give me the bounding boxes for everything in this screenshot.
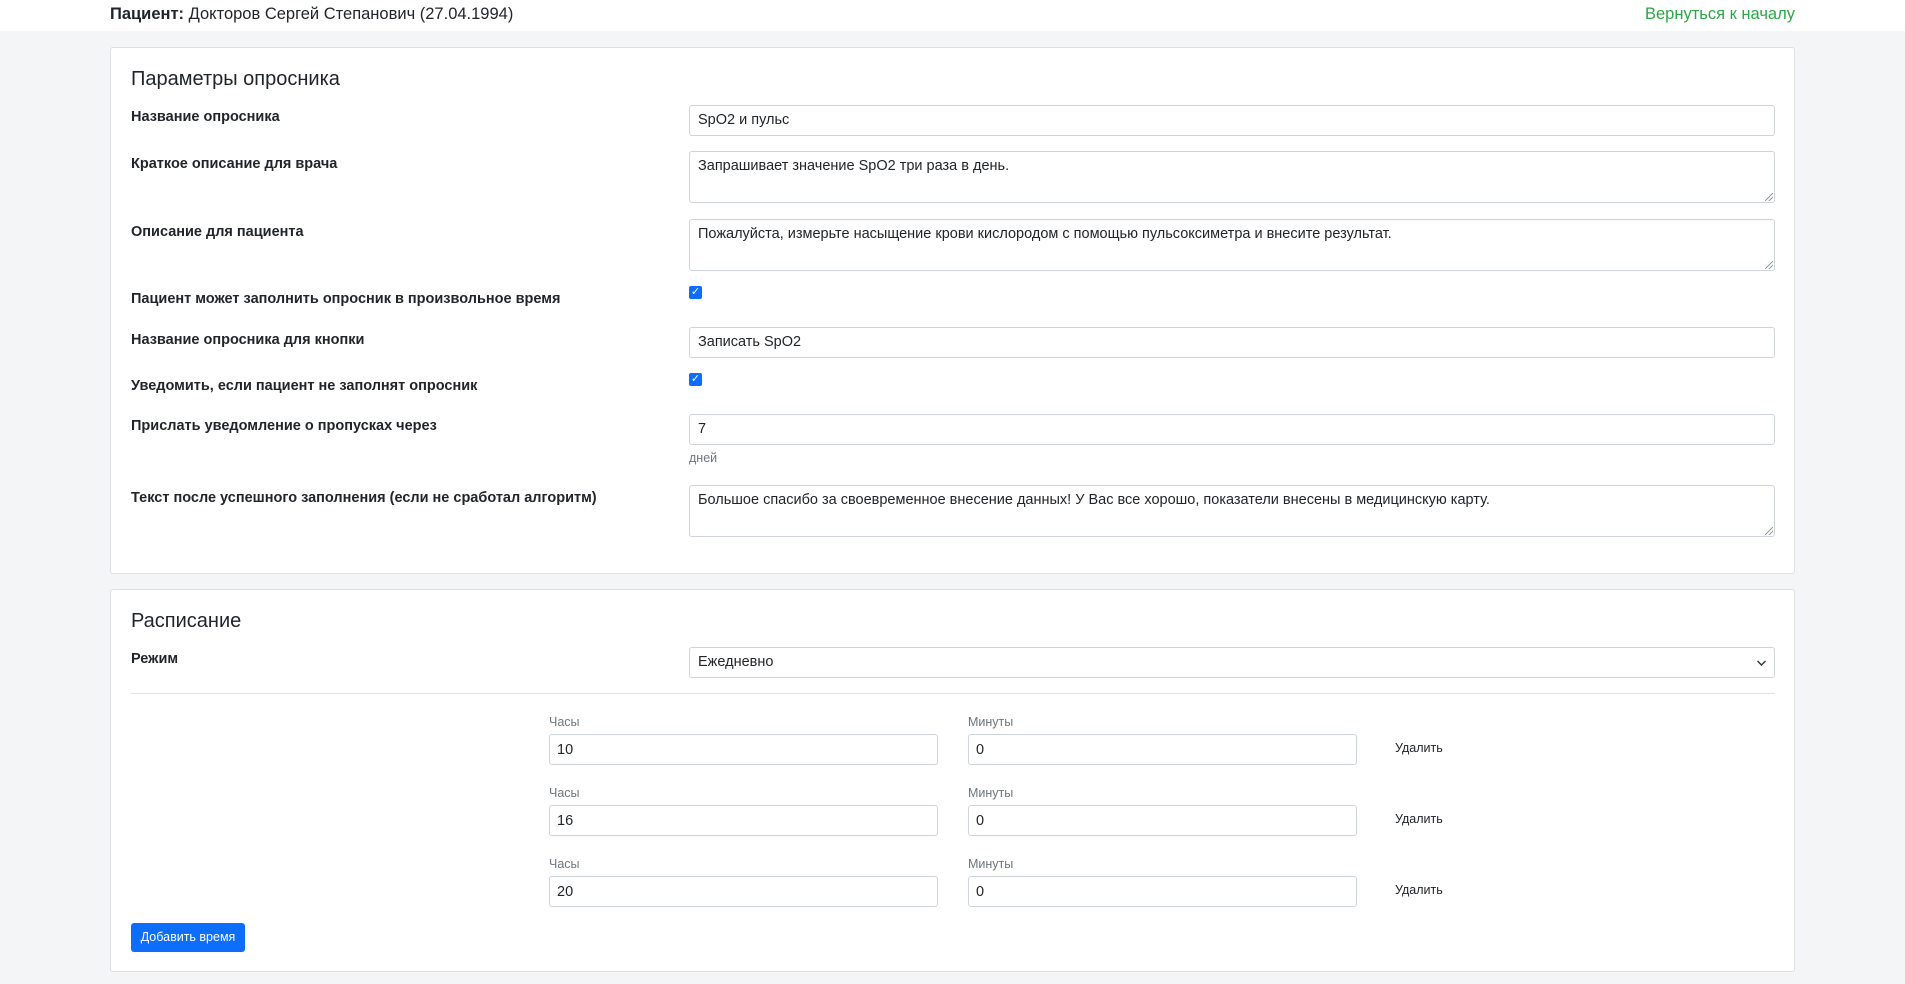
notify-checkbox[interactable]: ✓ <box>689 373 702 386</box>
notify-after-label: Прислать уведомление о пропусках через <box>131 418 437 434</box>
mode-select[interactable]: Ежедневно <box>689 647 1775 678</box>
mode-selected-value: Ежедневно <box>698 654 774 670</box>
success-text-textarea[interactable]: Большое спасибо за своевременное внесени… <box>689 485 1775 537</box>
doctor-desc-text: Запрашивает значение SpO2 три раза в ден… <box>698 158 1010 174</box>
doctor-desc-label: Краткое описание для врача <box>131 156 338 172</box>
name-label: Название опросника <box>131 109 280 125</box>
button-name-input[interactable]: Записать SpO2 <box>689 327 1775 358</box>
checkmark-icon: ✓ <box>690 373 701 385</box>
schedule-title: Расписание <box>131 610 242 632</box>
resize-grip-icon[interactable] <box>1765 261 1773 269</box>
notify-after-input[interactable]: 7 <box>689 414 1775 445</box>
doctor-desc-textarea[interactable]: Запрашивает значение SpO2 три раза в ден… <box>689 151 1775 203</box>
patient-name: Докторов Сергей Степанович (27.04.1994) <box>188 5 514 23</box>
delete-time-button[interactable]: Удалить <box>1395 883 1443 897</box>
anytime-label: Пациент может заполнить опросник в произ… <box>131 291 561 307</box>
hours-input[interactable]: 16 <box>549 805 938 836</box>
minutes-label: Минуты <box>968 857 1014 871</box>
anytime-checkbox[interactable]: ✓ <box>689 286 702 299</box>
checkmark-icon: ✓ <box>690 286 701 298</box>
minutes-label: Минуты <box>968 786 1014 800</box>
delete-time-button[interactable]: Удалить <box>1395 741 1443 755</box>
mode-label: Режим <box>131 651 179 667</box>
questionnaire-params-card: Параметры опросника Название опросника S… <box>110 47 1795 574</box>
notify-after-unit: дней <box>689 451 718 465</box>
hours-label: Часы <box>549 786 580 800</box>
notify-label: Уведомить, если пациент не заполнят опро… <box>131 378 478 394</box>
minutes-input[interactable]: 0 <box>968 734 1357 765</box>
patient-desc-label: Описание для пациента <box>131 224 304 240</box>
patient-desc-textarea[interactable]: Пожалуйста, измерьте насыщение крови кис… <box>689 219 1775 271</box>
params-title: Параметры опросника <box>131 68 340 90</box>
back-to-start-link[interactable]: Вернуться к началу <box>1645 5 1795 24</box>
resize-grip-icon[interactable] <box>1765 193 1773 201</box>
patient-label: Пациент: <box>110 5 185 23</box>
patient-info: Пациент: Докторов Сергей Степанович (27.… <box>110 5 513 24</box>
hours-input[interactable]: 20 <box>549 876 938 907</box>
questionnaire-name-input[interactable]: SpO2 и пульс <box>689 105 1775 136</box>
minutes-input[interactable]: 0 <box>968 876 1357 907</box>
divider <box>131 693 1775 694</box>
delete-time-button[interactable]: Удалить <box>1395 812 1443 826</box>
success-text: Большое спасибо за своевременное внесени… <box>698 492 1490 508</box>
minutes-input[interactable]: 0 <box>968 805 1357 836</box>
top-bar: Пациент: Докторов Сергей Степанович (27.… <box>0 0 1905 31</box>
add-time-button[interactable]: Добавить время <box>131 923 245 952</box>
hours-label: Часы <box>549 715 580 729</box>
patient-desc-text: Пожалуйста, измерьте насыщение крови кис… <box>698 226 1392 242</box>
resize-grip-icon[interactable] <box>1765 527 1773 535</box>
hours-input[interactable]: 10 <box>549 734 938 765</box>
minutes-label: Минуты <box>968 715 1014 729</box>
schedule-card: Расписание Режим Ежедневно Часы 10 Минут… <box>110 589 1795 972</box>
button-name-label: Название опросника для кнопки <box>131 332 365 348</box>
hours-label: Часы <box>549 857 580 871</box>
success-text-label: Текст после успешного заполнения (если н… <box>131 490 597 506</box>
chevron-down-icon <box>1757 657 1766 666</box>
